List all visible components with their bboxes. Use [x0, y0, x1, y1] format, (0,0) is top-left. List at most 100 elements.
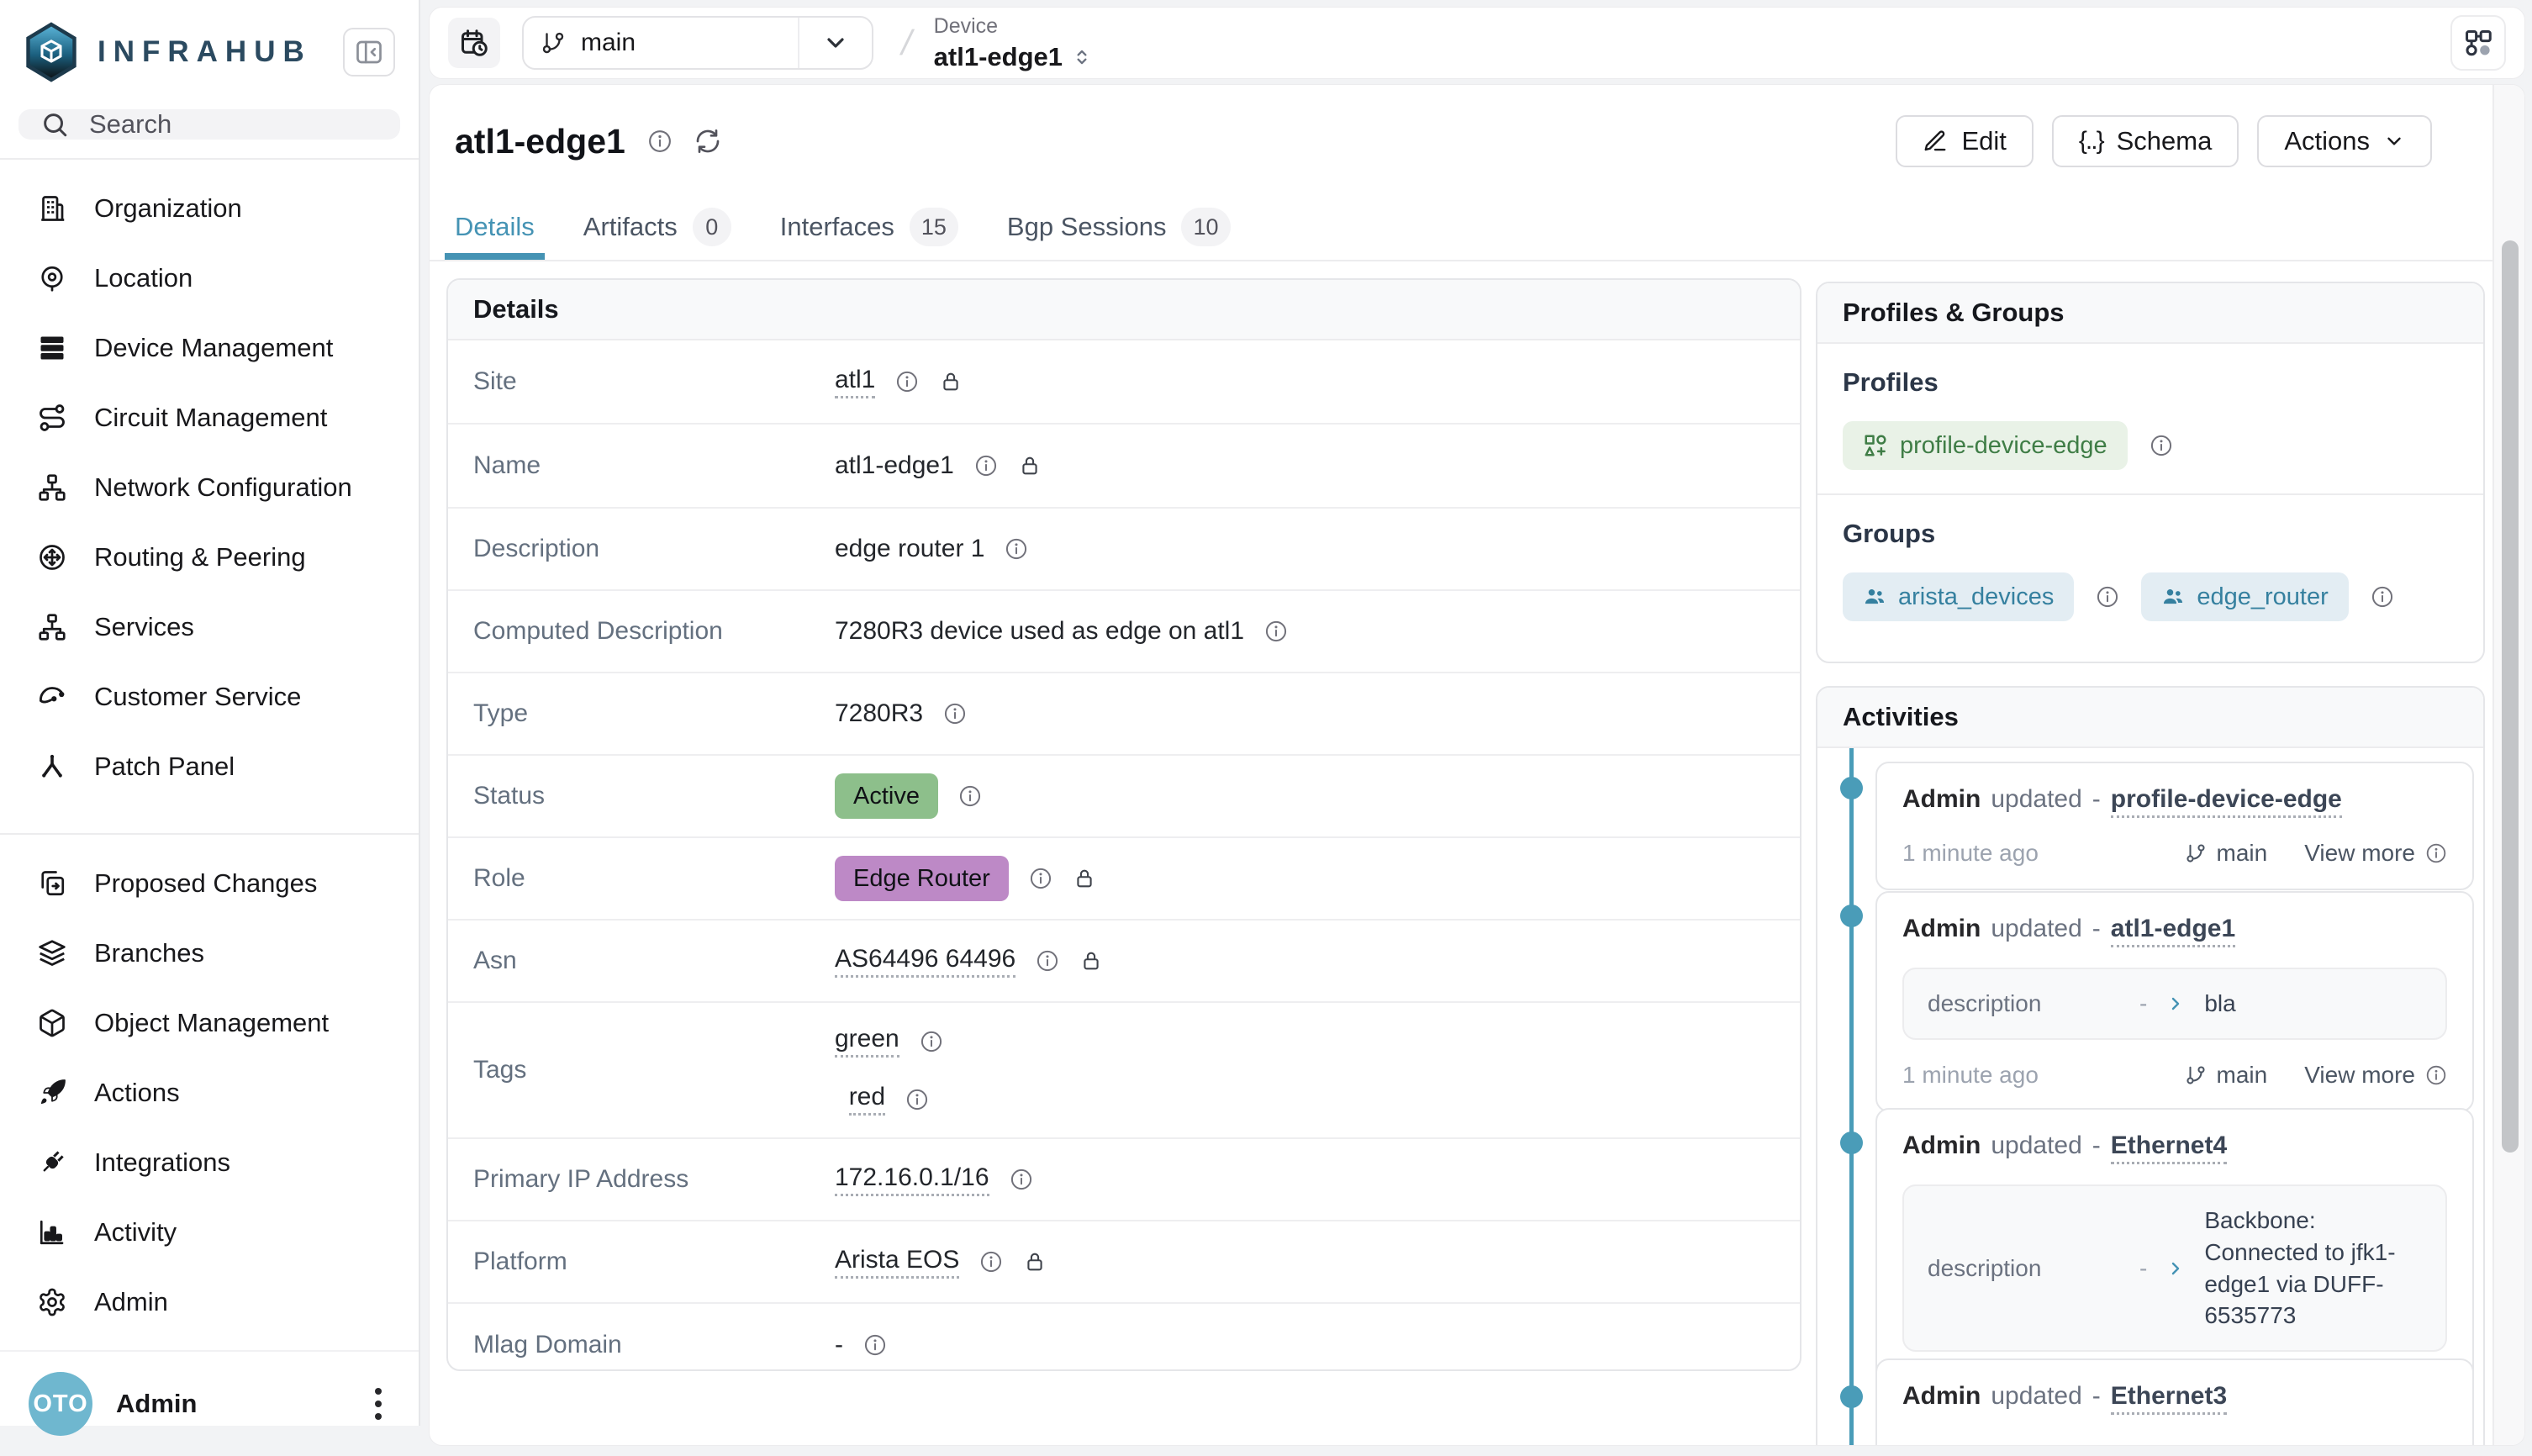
profile-pill-label: profile-device-edge	[1900, 432, 2107, 460]
site-link[interactable]: atl1	[835, 366, 875, 398]
infrahub-logo-icon	[24, 22, 79, 82]
profiles-groups-title: Profiles & Groups	[1817, 283, 2483, 344]
info-icon[interactable]	[2096, 585, 2119, 609]
timeline-dot	[1840, 905, 1863, 927]
people-icon	[1863, 585, 1886, 609]
view-more-label: View more	[2304, 1062, 2415, 1089]
search-input[interactable]	[89, 109, 425, 140]
sidebar-item-integrations[interactable]: Integrations	[0, 1127, 419, 1197]
tab-interfaces[interactable]: Interfaces 15	[780, 194, 958, 260]
view-more-link[interactable]: View more	[2304, 1062, 2447, 1089]
sidebar-item-label: Proposed Changes	[94, 868, 317, 899]
detail-row-asn: Asn AS64496 64496	[448, 921, 1800, 1003]
tag-link-red[interactable]: red	[849, 1083, 885, 1116]
lock-icon	[1079, 949, 1103, 973]
actions-button[interactable]: Actions	[2257, 115, 2432, 167]
info-icon[interactable]	[979, 1250, 1003, 1274]
activity-separator: -	[2092, 915, 2101, 947]
scrollbar-track[interactable]	[2492, 85, 2524, 1445]
people-icon	[2161, 585, 2185, 609]
info-icon[interactable]	[1036, 949, 1059, 973]
info-icon[interactable]	[1010, 1168, 1033, 1191]
activity-target-link[interactable]: profile-device-edge	[2111, 785, 2342, 818]
profile-pill[interactable]: profile-device-edge	[1843, 421, 2128, 470]
field-value: atl1-edge1	[835, 451, 954, 480]
sidebar-item-label: Admin	[94, 1287, 168, 1317]
git-branch-icon	[2185, 1064, 2207, 1086]
activity-target-link[interactable]: atl1-edge1	[2111, 915, 2235, 947]
sidebar-item-organization[interactable]: Organization	[0, 173, 419, 243]
edit-button[interactable]: Edit	[1896, 115, 2033, 167]
info-icon[interactable]	[647, 129, 673, 154]
sidebar-item-device-management[interactable]: Device Management	[0, 313, 419, 382]
selector-icon[interactable]	[1071, 46, 1093, 68]
sidebar-item-patch-panel[interactable]: Patch Panel	[0, 731, 419, 801]
info-icon[interactable]	[1005, 537, 1028, 561]
info-icon[interactable]	[958, 784, 982, 808]
activity-target-link[interactable]: Ethernet4	[2111, 1132, 2227, 1164]
diff-box: description - Backbone: Connected to jfk…	[1902, 1184, 2447, 1352]
info-icon[interactable]	[1029, 867, 1052, 890]
info-icon[interactable]	[2150, 434, 2173, 457]
info-icon[interactable]	[943, 702, 967, 725]
scrollbar-thumb[interactable]	[2502, 240, 2519, 1153]
lock-icon	[1073, 867, 1096, 890]
detail-row-role: Role Edge Router	[448, 838, 1800, 921]
breadcrumb[interactable]: Device atl1-edge1	[934, 14, 1093, 72]
activity-target-link[interactable]: Ethernet3	[2111, 1382, 2227, 1415]
sidebar-item-routing-peering[interactable]: Routing & Peering	[0, 522, 419, 592]
tab-bgp-sessions[interactable]: Bgp Sessions 10	[1007, 194, 1231, 260]
sidebar-item-circuit-management[interactable]: Circuit Management	[0, 382, 419, 452]
tab-details[interactable]: Details	[455, 194, 535, 260]
platform-link[interactable]: Arista EOS	[835, 1246, 959, 1279]
sidebar-collapse-button[interactable]	[343, 28, 395, 76]
info-icon	[2425, 1064, 2447, 1086]
sidebar-item-admin[interactable]: Admin	[0, 1267, 419, 1337]
info-icon[interactable]	[974, 454, 998, 477]
info-icon[interactable]	[920, 1030, 943, 1053]
search-bar[interactable]: ⌘K	[18, 109, 400, 140]
schema-button[interactable]: {..} Schema	[2052, 115, 2239, 167]
diff-old-value: -	[2139, 990, 2147, 1017]
diff-icon	[37, 868, 67, 899]
branch-selector[interactable]: main	[522, 16, 873, 70]
info-icon[interactable]	[863, 1333, 887, 1357]
time-travel-button[interactable]	[448, 18, 500, 68]
sidebar-item-branches[interactable]: Branches	[0, 918, 419, 988]
tab-artifacts[interactable]: Artifacts 0	[583, 194, 731, 260]
activity-separator: -	[2092, 785, 2101, 818]
sidebar-item-customer-service[interactable]: Customer Service	[0, 662, 419, 731]
info-icon[interactable]	[1264, 620, 1288, 643]
refresh-icon[interactable]	[694, 128, 721, 155]
role-badge: Edge Router	[835, 856, 1009, 901]
user-menu-button[interactable]	[367, 1380, 390, 1428]
info-icon[interactable]	[895, 370, 919, 393]
page-title: atl1-edge1	[455, 122, 625, 161]
sidebar-item-location[interactable]: Location	[0, 243, 419, 313]
view-more-link[interactable]: View more	[2304, 840, 2447, 867]
detail-row-description: Description edge router 1	[448, 509, 1800, 591]
activity-entry: Admin updated - profile-device-edge 1 mi…	[1875, 762, 2474, 890]
group-pill-arista-devices[interactable]: arista_devices	[1843, 572, 2074, 621]
sidebar-item-services[interactable]: Services	[0, 592, 419, 662]
sidebar-item-object-management[interactable]: Object Management	[0, 988, 419, 1058]
sidebar-item-network-configuration[interactable]: Network Configuration	[0, 452, 419, 522]
git-branch-icon	[541, 30, 566, 55]
detail-row-primary-ip: Primary IP Address 172.16.0.1/16	[448, 1139, 1800, 1221]
graph-view-button[interactable]	[2450, 15, 2506, 71]
sidebar-item-proposed-changes[interactable]: Proposed Changes	[0, 848, 419, 918]
primary-ip-link[interactable]: 172.16.0.1/16	[835, 1163, 989, 1196]
info-icon[interactable]	[905, 1088, 929, 1111]
field-label: Tags	[473, 1056, 835, 1084]
group-pill-edge-router[interactable]: edge_router	[2141, 572, 2348, 621]
activity-separator: -	[2092, 1382, 2101, 1415]
timeline-dot	[1840, 1385, 1863, 1408]
tag-link-green[interactable]: green	[835, 1025, 899, 1058]
sidebar-item-actions[interactable]: Actions	[0, 1058, 419, 1127]
view-more-label: View more	[2304, 840, 2415, 867]
info-icon[interactable]	[2371, 585, 2394, 609]
sidebar-item-activity[interactable]: Activity	[0, 1197, 419, 1267]
asn-link[interactable]: AS64496 64496	[835, 945, 1015, 978]
main-panel: atl1-edge1 Edit {..} Schema	[429, 84, 2525, 1446]
layers-icon	[37, 938, 67, 968]
